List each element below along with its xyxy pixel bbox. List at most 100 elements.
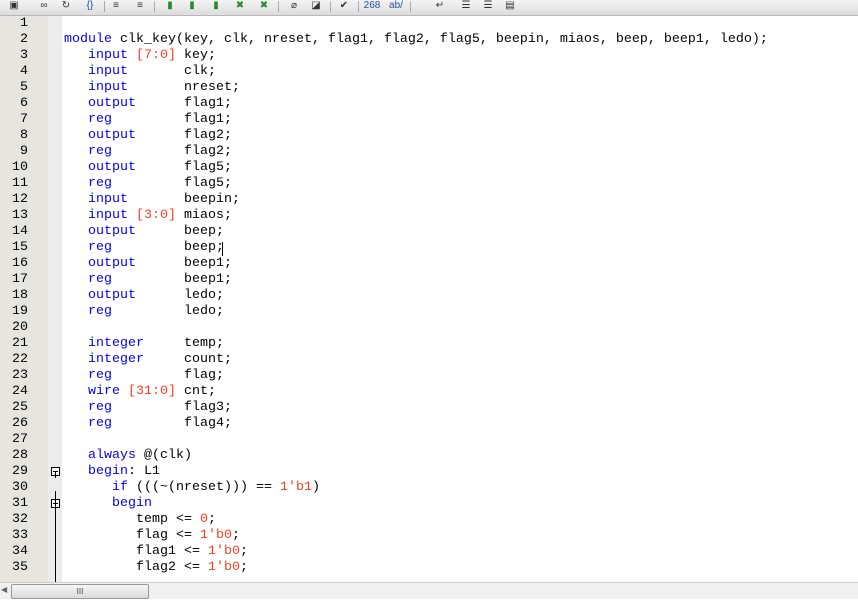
keyword: wire (88, 384, 120, 399)
keyword: reg (88, 272, 112, 287)
code-line[interactable]: output ledo; (64, 288, 224, 304)
number-literal: 1'b0 (207, 560, 240, 575)
code-line[interactable]: input nreset; (64, 80, 240, 96)
code-line[interactable]: output beep; (64, 224, 224, 240)
line-number: 28 (12, 448, 28, 463)
keyword: output (88, 256, 136, 271)
wrap-icon[interactable]: ↵ (430, 0, 450, 12)
check-icon[interactable]: ✔ (334, 0, 354, 12)
line-number: 24 (12, 384, 28, 399)
scrollbar-thumb[interactable]: III (11, 584, 149, 599)
code-line[interactable]: flag2 <= 1'b0; (64, 560, 248, 576)
indent-icon[interactable]: ≡ (106, 0, 126, 12)
code-line[interactable]: temp <= 0; (64, 512, 216, 528)
code-text: clk; (128, 64, 216, 79)
bookmark-prev-icon[interactable]: ▮ (206, 0, 226, 12)
keyword: if (112, 480, 128, 495)
code-text: temp <= (64, 512, 200, 527)
scroll-left-icon[interactable]: ◀ (1, 585, 7, 594)
bookmark-icon[interactable]: ▮ (160, 0, 180, 12)
keyword: input (88, 64, 128, 79)
code-line[interactable]: reg flag4; (64, 416, 232, 432)
keyword: reg (88, 368, 112, 383)
code-text: @(clk) (136, 448, 192, 463)
code-line[interactable]: output flag5; (64, 160, 232, 176)
code-line[interactable]: reg beep; (64, 240, 224, 256)
code-line[interactable]: output beep1; (64, 256, 232, 272)
line-number: 32 (12, 512, 28, 527)
line-number: 31 (12, 496, 28, 511)
line-number: 35 (12, 560, 28, 575)
code-line[interactable]: always @(clk) (64, 448, 192, 464)
bookmark-clear-all-icon[interactable]: ✖ (254, 0, 274, 12)
align-icon[interactable]: ☰ (456, 0, 476, 12)
code-line[interactable]: begin (64, 496, 152, 512)
code-line[interactable]: if (((~(nreset))) == 1'b1) (64, 480, 320, 496)
code-line[interactable]: reg flag5; (64, 176, 232, 192)
code-line[interactable]: reg flag3; (64, 400, 232, 416)
code-text: flag1; (112, 112, 232, 127)
line-number: 11 (12, 176, 28, 191)
align-right-icon[interactable]: ☰ (478, 0, 498, 12)
code-line[interactable]: integer temp; (64, 336, 224, 352)
code-text: ; (231, 528, 240, 543)
spell-icon[interactable]: ab/ (386, 0, 406, 12)
binoculars-icon[interactable]: ∞ (34, 0, 54, 12)
bookmark-clear-icon[interactable]: ✖ (230, 0, 250, 12)
toolbar-separator (330, 1, 331, 12)
code-line[interactable]: reg flag1; (64, 112, 232, 128)
code-line[interactable]: reg beep1; (64, 272, 232, 288)
braces-icon[interactable]: {} (80, 0, 100, 12)
code-line[interactable]: input [3:0] miaos; (64, 208, 232, 224)
keyword: output (88, 160, 136, 175)
code-line[interactable]: begin: L1 (64, 464, 160, 480)
line-number: 9 (20, 144, 28, 159)
line-number: 12 (12, 192, 28, 207)
code-line[interactable]: module clk_key(key, clk, nreset, flag1, … (64, 32, 768, 48)
code-text: beepin; (128, 192, 240, 207)
code-line[interactable]: input [7:0] key; (64, 48, 216, 64)
window-icon[interactable]: ▣ (4, 0, 24, 12)
bookmark-next-icon[interactable]: ▮ (182, 0, 202, 12)
line-number: 25 (12, 400, 28, 415)
keyword: always (88, 448, 136, 463)
text-block-icon[interactable]: ▤ (500, 0, 520, 12)
replace-icon[interactable]: ↻ (56, 0, 76, 12)
line-number-icon[interactable]: 268 (362, 0, 382, 12)
code-text: miaos; (176, 208, 232, 223)
code-line[interactable]: wire [31:0] cnt; (64, 384, 216, 400)
code-line[interactable]: reg flag2; (64, 144, 232, 160)
code-line[interactable]: output flag2; (64, 128, 232, 144)
code-line[interactable]: input clk; (64, 64, 216, 80)
code-line[interactable]: flag <= 1'b0; (64, 528, 240, 544)
code-line[interactable]: reg flag; (64, 368, 224, 384)
code-text: flag2; (112, 144, 232, 159)
code-line[interactable]: integer count; (64, 352, 232, 368)
keyword: output (88, 224, 136, 239)
paperclip-icon[interactable]: ⌀ (284, 0, 304, 12)
number-literal: 0 (199, 512, 208, 527)
keyword: reg (88, 400, 112, 415)
code-text: key; (176, 48, 216, 63)
code-line[interactable]: reg ledo; (64, 304, 224, 320)
fold-guide-line (55, 471, 56, 478)
code-text: ; (239, 560, 248, 575)
code-text: beep; (112, 240, 224, 255)
line-number: 8 (20, 128, 28, 143)
code-line[interactable]: input beepin; (64, 192, 240, 208)
code-line[interactable]: flag1 <= 1'b0; (64, 544, 248, 560)
horizontal-scrollbar[interactable]: ◀ III (0, 582, 858, 599)
scroll-icon[interactable]: ◪ (306, 0, 326, 12)
code-text: ledo; (136, 288, 224, 303)
outdent-icon[interactable]: ≡ (130, 0, 150, 12)
code-line[interactable]: output flag1; (64, 96, 232, 112)
code-text: flag1; (136, 96, 232, 111)
